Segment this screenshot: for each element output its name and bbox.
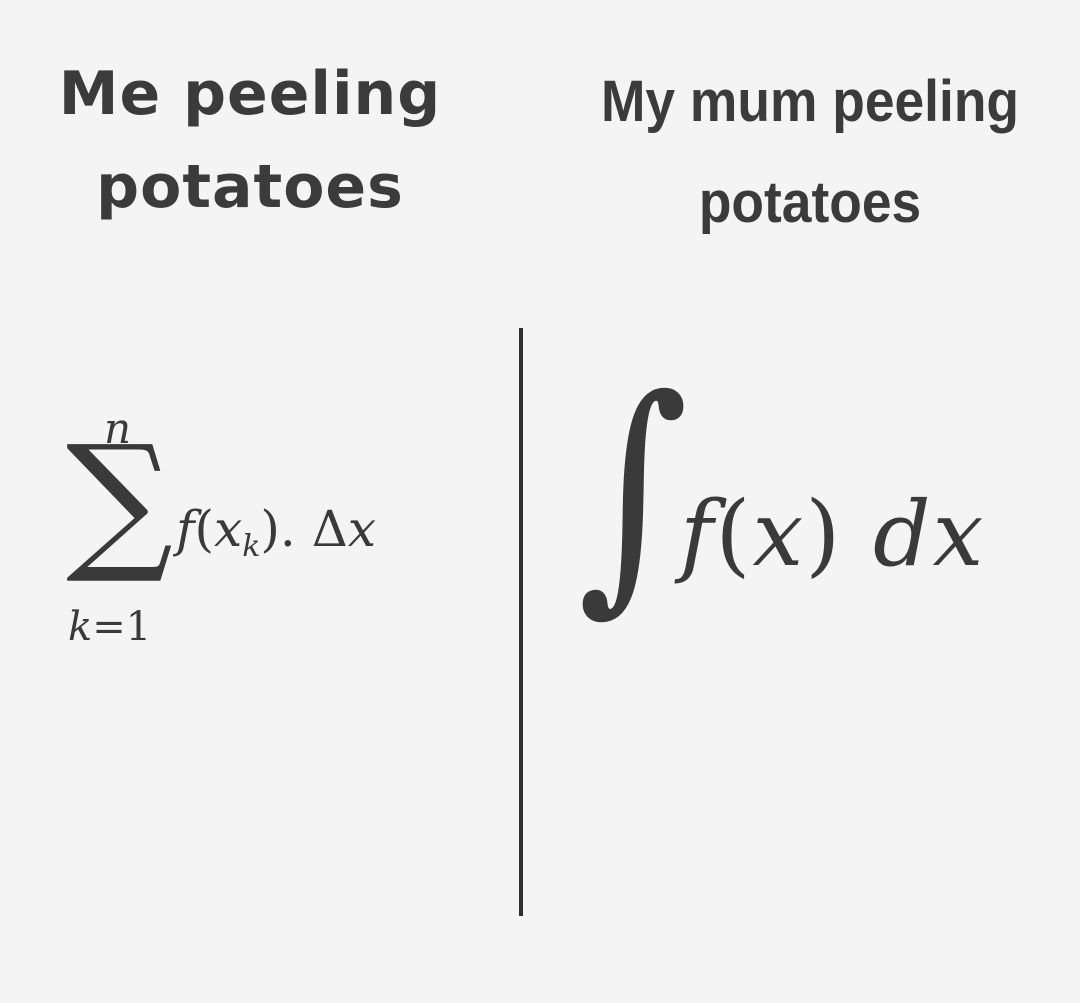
int-func: f xyxy=(680,482,716,587)
int-var: x xyxy=(752,482,806,587)
sum-open-paren: ( xyxy=(194,500,215,558)
int-dvar: x xyxy=(932,482,986,587)
sum-term: f(xk). Δx xyxy=(176,500,376,564)
sum-lower-var: k xyxy=(68,604,93,650)
integral-symbol: ∫ xyxy=(577,345,689,636)
sum-var: x xyxy=(214,500,243,558)
int-open-paren: ( xyxy=(715,482,753,587)
vertical-divider xyxy=(519,328,523,916)
integral-term: f(x) dx xyxy=(680,482,985,587)
left-caption: Me peeling potatoes xyxy=(20,48,480,234)
sum-func: f xyxy=(176,500,195,558)
sum-subscript: k xyxy=(242,529,261,564)
left-caption-line-2: potatoes xyxy=(96,152,404,222)
sum-close: ). xyxy=(260,500,296,558)
right-caption-line-2: potatoes xyxy=(698,169,922,235)
sum-delta-var: x xyxy=(347,500,377,558)
right-caption: My mum peeling potatoes xyxy=(580,52,1040,254)
sum-lower-eq: =1 xyxy=(92,604,152,650)
sum-lower-limit: k=1 xyxy=(68,604,151,650)
int-d: d xyxy=(872,482,933,587)
sigma-symbol: ∑ xyxy=(66,414,174,588)
right-caption-line-1: My mum peeling xyxy=(600,69,1020,134)
int-close-paren: ) xyxy=(805,482,843,587)
left-caption-line-1: Me peeling xyxy=(58,59,442,129)
sum-delta: Δ xyxy=(311,500,348,558)
